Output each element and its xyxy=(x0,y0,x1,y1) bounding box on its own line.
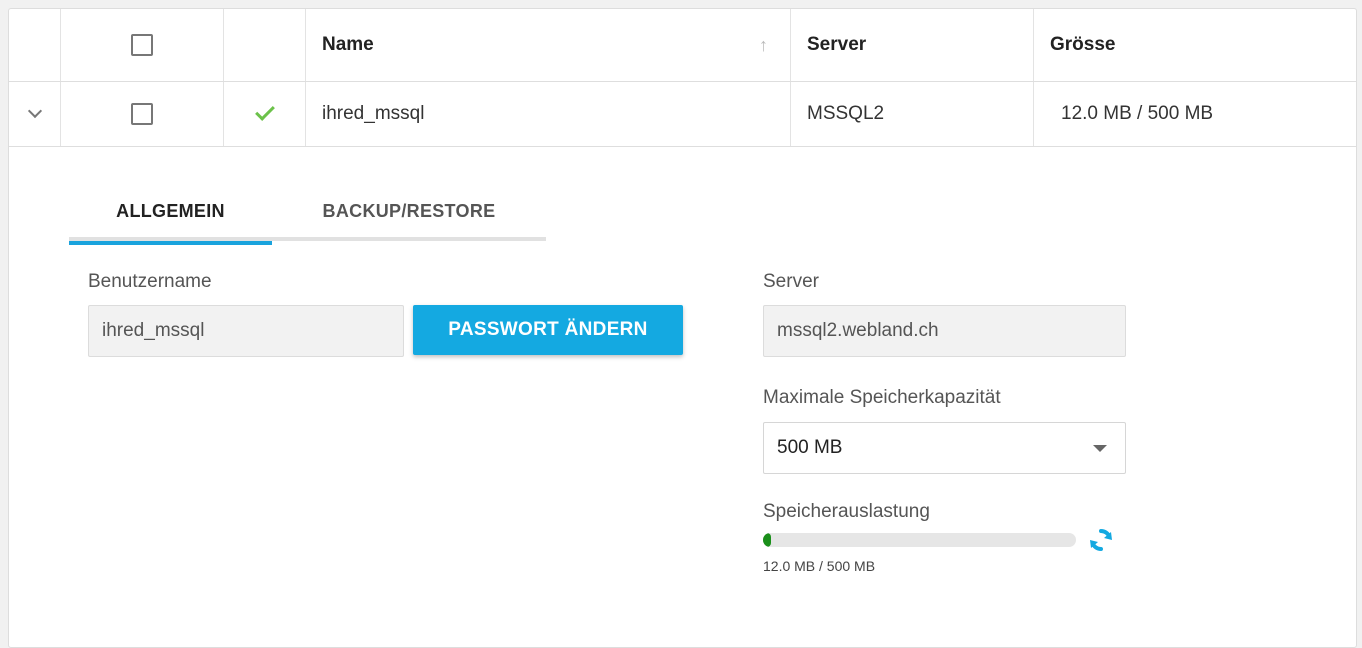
column-header-size-label: Grösse xyxy=(1050,34,1116,55)
tab-backup-restore[interactable]: BACKUP/RESTORE xyxy=(272,191,546,241)
row-server: MSSQL2 xyxy=(807,103,885,124)
header-status-cell xyxy=(224,9,306,81)
row-name-cell: ihred_mssql xyxy=(306,82,791,146)
column-header-name[interactable]: Name ↑ xyxy=(306,9,791,81)
username-label: Benutzername xyxy=(88,271,212,292)
select-all-checkbox[interactable] xyxy=(131,34,153,56)
row-expand-toggle[interactable] xyxy=(9,82,61,146)
change-password-button[interactable]: PASSWORT ÄNDERN xyxy=(413,305,683,355)
usage-text: 12.0 MB / 500 MB xyxy=(763,558,876,574)
max-storage-label: Maximale Speicherkapazität xyxy=(763,387,1001,408)
usage-progress-fill xyxy=(763,533,771,547)
username-field[interactable]: ihred_mssql xyxy=(88,305,404,357)
checkmark-icon xyxy=(254,101,275,121)
chevron-down-icon xyxy=(27,103,42,119)
refresh-icon[interactable] xyxy=(1088,527,1114,553)
column-header-server-label: Server xyxy=(807,34,867,55)
row-checkbox[interactable] xyxy=(131,103,153,125)
table-row[interactable]: ihred_mssql MSSQL2 12.0 MB / 500 MB xyxy=(9,82,1356,147)
column-header-size[interactable]: Grösse xyxy=(1034,9,1356,81)
usage-progress-bar xyxy=(763,533,1076,547)
header-expand-cell xyxy=(9,9,61,81)
caret-down-icon xyxy=(1093,444,1107,452)
column-header-name-label: Name xyxy=(322,34,374,55)
column-header-server[interactable]: Server xyxy=(791,9,1034,81)
detail-tabs: ALLGEMEIN BACKUP/RESTORE xyxy=(69,191,546,245)
header-select-cell xyxy=(61,9,224,81)
username-value: ihred_mssql xyxy=(102,320,205,341)
server-value: mssql2.webland.ch xyxy=(777,320,939,341)
row-size-cell: 12.0 MB / 500 MB xyxy=(1034,82,1356,146)
table-header: Name ↑ Server Grösse xyxy=(9,9,1356,82)
usage-label: Speicherauslastung xyxy=(763,501,930,522)
tab-allgemein[interactable]: ALLGEMEIN xyxy=(69,191,272,245)
row-select-cell xyxy=(61,82,224,146)
arrow-up-icon: ↑ xyxy=(759,34,768,55)
server-label: Server xyxy=(763,271,819,292)
max-storage-value: 500 MB xyxy=(777,437,843,458)
database-panel: Name ↑ Server Grösse ihred_mssql MSSQL2 … xyxy=(8,8,1357,648)
row-server-cell: MSSQL2 xyxy=(791,82,1034,146)
server-field[interactable]: mssql2.webland.ch xyxy=(763,305,1126,357)
row-size: 12.0 MB / 500 MB xyxy=(1061,103,1214,124)
row-status-cell xyxy=(224,82,306,146)
row-name: ihred_mssql xyxy=(322,103,425,124)
max-storage-select[interactable]: 500 MB xyxy=(763,422,1126,474)
